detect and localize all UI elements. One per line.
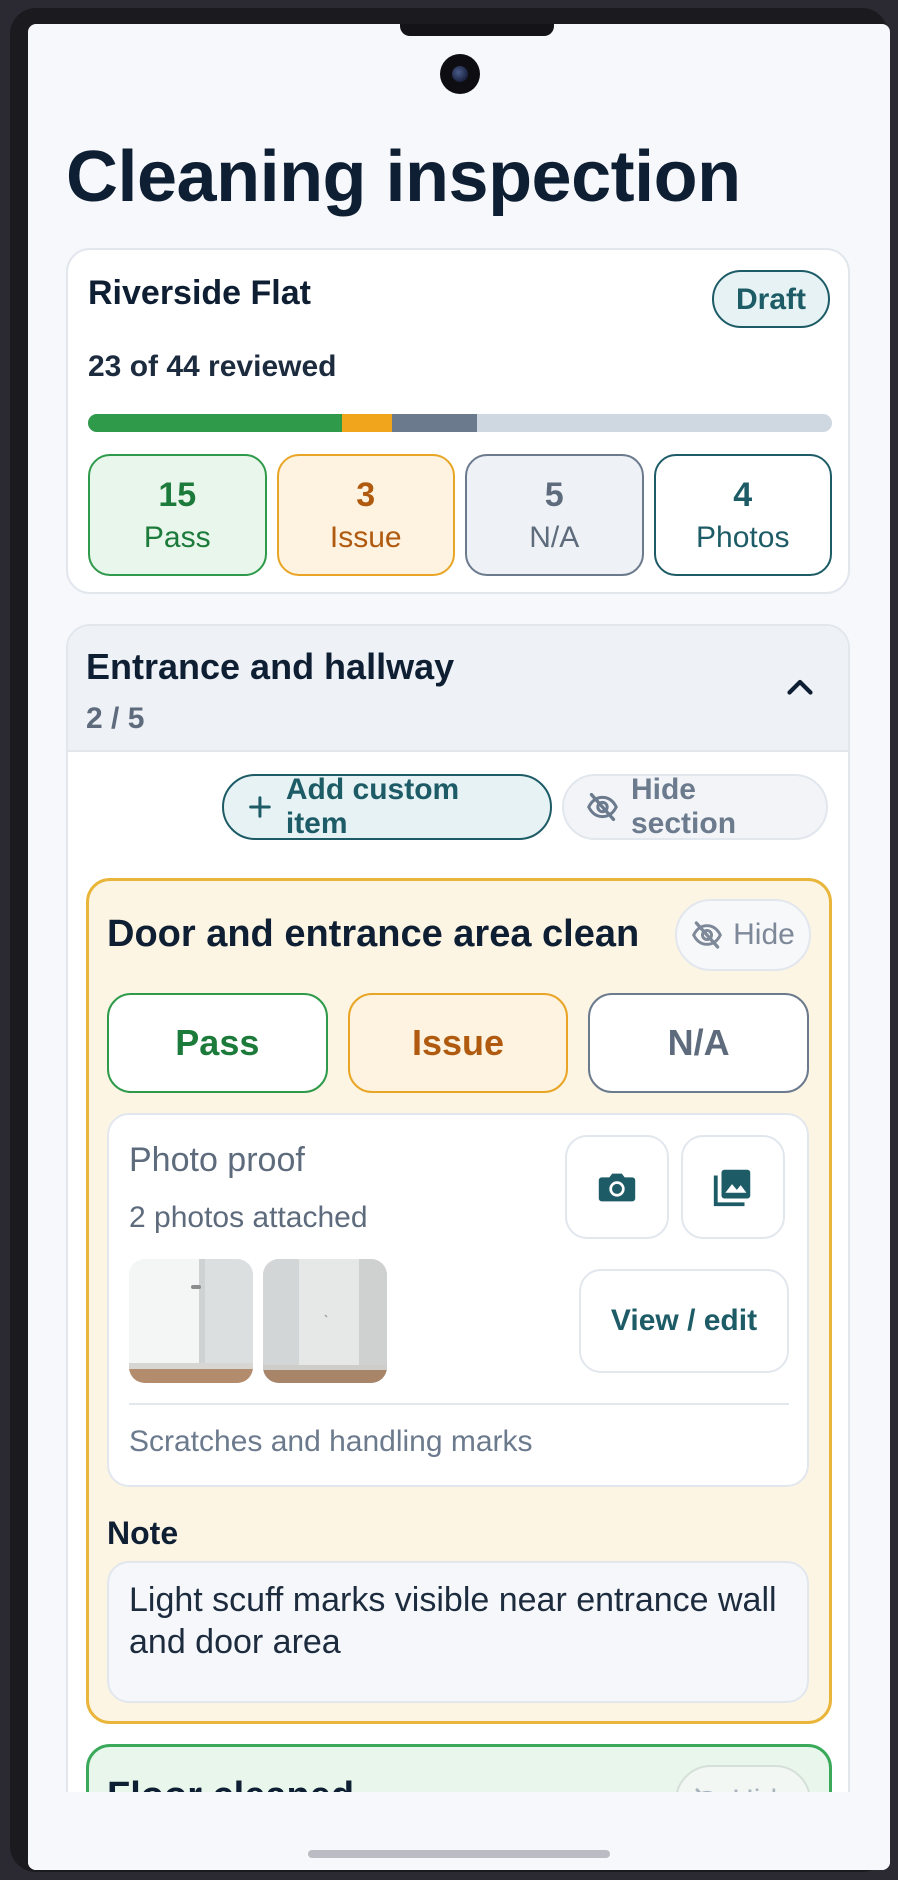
stat-pass[interactable]: 15 Pass: [88, 454, 267, 576]
progress-pass-segment: [88, 414, 342, 432]
eye-off-icon: [587, 792, 618, 822]
door-photo-image: [129, 1259, 253, 1383]
stat-issue[interactable]: 3 Issue: [276, 454, 455, 576]
device-frame: Cleaning inspection Riverside Flat Draft…: [10, 8, 890, 1872]
stat-pass-number: 15: [158, 475, 197, 514]
camera-icon: [598, 1173, 636, 1202]
progress-na-segment: [392, 414, 477, 432]
item-title: Door and entrance area clean: [107, 913, 640, 955]
photo-thumbnail-wall[interactable]: [263, 1259, 387, 1383]
front-camera: [440, 54, 480, 94]
screen: Cleaning inspection Riverside Flat Draft…: [28, 24, 890, 1870]
choice-pass-button[interactable]: Pass: [107, 993, 328, 1093]
section-title: Entrance and hallway: [86, 646, 455, 687]
take-photo-button[interactable]: [565, 1135, 669, 1239]
eye-off-icon: [692, 921, 723, 949]
hide-item-button[interactable]: Hide: [675, 899, 811, 971]
top-notch: [400, 24, 554, 36]
reviewed-count: 23 of 44 reviewed: [88, 350, 337, 383]
stat-photos-number: 4: [733, 475, 753, 514]
hide-item-label: Hide: [733, 918, 795, 951]
photo-count: 2 photos attached: [129, 1201, 368, 1234]
section-entrance-hallway: Entrance and hallway 2 / 5 Add custom it…: [66, 624, 850, 1870]
gallery-button[interactable]: [681, 1135, 785, 1239]
progress-bar: [88, 414, 832, 432]
result-choices: Pass Issue N/A: [107, 993, 810, 1093]
checklist-item: Door and entrance area clean Hide Pass I…: [86, 878, 832, 1724]
bottom-safe-area: [28, 1792, 890, 1870]
gallery-icon: [713, 1169, 751, 1207]
page-title: Cleaning inspection: [66, 137, 741, 217]
property-name: Riverside Flat: [88, 274, 311, 312]
plus-icon: [249, 796, 271, 818]
add-custom-item-label: Add custom item: [285, 773, 460, 840]
view-edit-photos-button[interactable]: View / edit: [579, 1269, 789, 1373]
wall-photo-image: [263, 1259, 387, 1383]
add-custom-item-button[interactable]: Add custom item: [222, 773, 552, 840]
progress-issue-segment: [341, 414, 393, 432]
stat-issue-label: Issue: [329, 520, 402, 554]
summary-card: Riverside Flat Draft 23 of 44 reviewed 1…: [66, 248, 850, 594]
note-textarea[interactable]: Light scuff marks visible near entrance …: [107, 1561, 809, 1703]
stats-row: 15 Pass 3 Issue 5 N/A 4 Photos: [88, 454, 832, 576]
hide-section-button[interactable]: Hide section: [562, 773, 828, 840]
choice-na-button[interactable]: N/A: [588, 993, 810, 1093]
photo-caption: Scratches and handling marks: [129, 1425, 533, 1458]
stat-na-number: 5: [544, 475, 564, 514]
hide-section-label: Hide section: [630, 773, 737, 840]
section-header[interactable]: Entrance and hallway 2 / 5: [68, 626, 848, 752]
stat-na[interactable]: 5 N/A: [465, 454, 644, 576]
photo-thumbnail-door[interactable]: [129, 1259, 253, 1383]
note-label: Note: [107, 1515, 179, 1551]
status-badge: Draft: [711, 270, 830, 328]
choice-issue-button[interactable]: Issue: [347, 993, 569, 1093]
photo-proof-panel: Photo proof 2 photos attached View / edi…: [107, 1113, 809, 1487]
photo-proof-title: Photo proof: [129, 1141, 305, 1179]
home-indicator[interactable]: [308, 1850, 610, 1858]
stat-photos[interactable]: 4 Photos: [653, 454, 832, 576]
stat-pass-label: Pass: [143, 520, 211, 554]
stat-photos-label: Photos: [696, 520, 790, 554]
stat-na-label: N/A: [529, 520, 580, 554]
section-progress: 2 / 5: [86, 702, 145, 735]
chevron-up-icon[interactable]: [782, 670, 818, 706]
stat-issue-number: 3: [356, 475, 376, 514]
divider: [129, 1403, 789, 1405]
